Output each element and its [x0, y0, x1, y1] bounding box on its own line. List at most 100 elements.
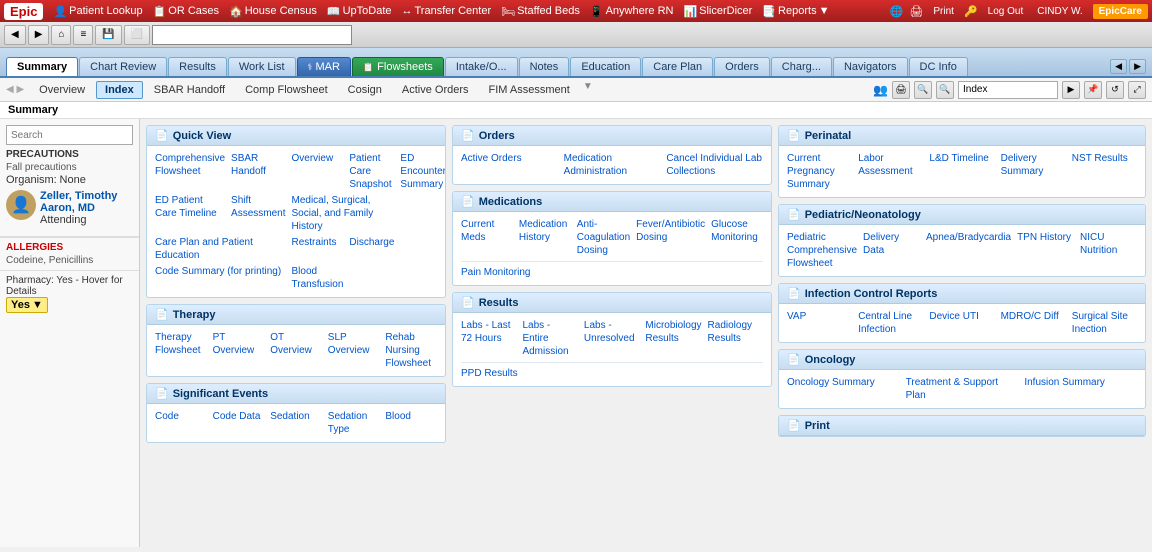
epic-logo[interactable]: Epic — [4, 3, 43, 20]
therapy-link-1[interactable]: PT Overview — [213, 331, 265, 370]
orders-link-1[interactable]: Medication Administration — [564, 152, 661, 178]
expand-icon[interactable]: ⤢ — [1128, 81, 1146, 99]
nav-staffed-beds[interactable]: 🛏 Staffed Beds — [497, 4, 584, 19]
peri-link-1[interactable]: Labor Assessment — [858, 152, 923, 191]
tab-notes[interactable]: Notes — [519, 57, 570, 76]
printer-icon[interactable]: 🖨 — [909, 5, 923, 18]
sidebar-search-input[interactable] — [6, 125, 133, 145]
qv-link-6[interactable]: Shift Assessment — [231, 194, 285, 233]
therapy-link-4[interactable]: Rehab Nursing Flowsheet — [385, 331, 437, 370]
results-link-0[interactable]: Labs - Last 72 Hours — [461, 319, 516, 358]
meds-link-0[interactable]: Current Meds — [461, 218, 513, 257]
therapy-link-2[interactable]: OT Overview — [270, 331, 322, 370]
inf-link-1[interactable]: Central Line Infection — [858, 310, 923, 336]
forward-btn[interactable]: ▶ — [28, 25, 50, 45]
tab-care-plan[interactable]: Care Plan — [642, 57, 713, 76]
back-btn[interactable]: ◀ — [4, 25, 26, 45]
nav-or-cases[interactable]: 📋 OR Cases — [149, 4, 223, 19]
subtab-active-orders[interactable]: Active Orders — [393, 81, 478, 99]
peri-link-2[interactable]: L&D Timeline — [929, 152, 994, 191]
peds-link-2[interactable]: Apnea/Bradycardia — [926, 231, 1011, 270]
se-link-1[interactable]: Code Data — [213, 410, 265, 436]
tab-summary[interactable]: Summary — [6, 57, 78, 76]
qv-link-5[interactable]: ED Patient Care Timeline — [155, 194, 225, 233]
onco-link-2[interactable]: Infusion Summary — [1024, 376, 1137, 402]
subtab-fim[interactable]: FIM Assessment — [480, 81, 579, 99]
peds-link-1[interactable]: Delivery Data — [863, 231, 920, 270]
results-link-5[interactable]: PPD Results — [461, 368, 518, 379]
sub-tab-search-input[interactable] — [958, 81, 1058, 99]
nav-reports[interactable]: 📑 Reports ▼ — [758, 4, 833, 19]
more-subtabs-arrow[interactable]: ▼ — [583, 81, 593, 99]
tab-charg[interactable]: Charg... — [771, 57, 832, 76]
tab-scroll-left[interactable]: ◀ — [1110, 59, 1127, 74]
nav-house-census[interactable]: 🏠 House Census — [225, 4, 321, 19]
results-link-2[interactable]: Labs - Unresolved — [584, 319, 639, 358]
tab-scroll-right[interactable]: ▶ — [1129, 59, 1146, 74]
qv-link-1[interactable]: SBAR Handoff — [231, 152, 285, 191]
refresh-icon[interactable]: ↺ — [1106, 81, 1124, 99]
inf-link-0[interactable]: VAP — [787, 310, 852, 336]
onco-link-0[interactable]: Oncology Summary — [787, 376, 900, 402]
se-link-0[interactable]: Code — [155, 410, 207, 436]
toolbar-search-input[interactable] — [152, 25, 352, 45]
tab-flowsheets[interactable]: 📋 Flowsheets — [352, 57, 444, 76]
tab-education[interactable]: Education — [570, 57, 641, 76]
nav-anywhere-rn[interactable]: 📱 Anywhere RN — [586, 4, 678, 19]
tab-results[interactable]: Results — [168, 57, 227, 76]
subtab-sbar[interactable]: SBAR Handoff — [145, 81, 234, 99]
print-btn[interactable]: Print — [929, 5, 958, 18]
subtab-comp-flowsheet[interactable]: Comp Flowsheet — [236, 81, 337, 99]
nav-transfer-center[interactable]: ↔ Transfer Center — [398, 4, 496, 18]
tab-navigators[interactable]: Navigators — [833, 57, 908, 76]
subtab-cosign[interactable]: Cosign — [339, 81, 391, 99]
peri-link-4[interactable]: NST Results — [1072, 152, 1137, 191]
tab-orders[interactable]: Orders — [714, 57, 770, 76]
results-link-4[interactable]: Radiology Results — [708, 319, 763, 358]
onco-link-1[interactable]: Treatment & Support Plan — [906, 376, 1019, 402]
results-link-1[interactable]: Labs - Entire Admission — [522, 319, 577, 358]
qv-link-11[interactable]: Code Summary (for printing) — [155, 265, 286, 291]
meds-link-2[interactable]: Anti-Coagulation Dosing — [577, 218, 630, 257]
peri-link-0[interactable]: Current Pregnancy Summary — [787, 152, 852, 191]
meds-link-3[interactable]: Fever/Antibiotic Dosing — [636, 218, 705, 257]
tab-intake[interactable]: Intake/O... — [445, 57, 518, 76]
therapy-link-0[interactable]: Therapy Flowsheet — [155, 331, 207, 370]
home-btn[interactable]: ⌂ — [51, 25, 71, 45]
doctor-name[interactable]: Zeller, Timothy Aaron, MD — [40, 190, 133, 214]
epiccare-btn[interactable]: EpicCare — [1093, 4, 1148, 19]
qv-link-10[interactable]: Discharge — [349, 236, 394, 262]
qv-link-4[interactable]: ED Encounter Summary — [400, 152, 446, 191]
nav-uptodate[interactable]: 📖 UpToDate — [323, 4, 396, 19]
inf-link-3[interactable]: MDRO/C Diff — [1001, 310, 1066, 336]
square-btn[interactable]: ⬜ — [124, 25, 150, 45]
meds-link-5[interactable]: Pain Monitoring — [461, 267, 530, 278]
subtab-overview[interactable]: Overview — [30, 81, 94, 99]
inf-link-2[interactable]: Device UTI — [929, 310, 994, 336]
qv-link-8[interactable]: Care Plan and Patient Education — [155, 236, 286, 262]
go-icon[interactable]: ▶ — [1062, 81, 1080, 99]
qv-link-3[interactable]: Patient Care Snapshot — [349, 152, 394, 191]
globe-icon[interactable]: 🌐 — [890, 5, 904, 18]
se-link-2[interactable]: Sedation — [270, 410, 322, 436]
nav-patient-lookup[interactable]: 👤 Patient Lookup — [49, 4, 146, 19]
list-btn[interactable]: ≡ — [73, 25, 93, 45]
peds-link-0[interactable]: Pediatric Comprehensive Flowsheet — [787, 231, 857, 270]
pin-icon[interactable]: 📌 — [1084, 81, 1102, 99]
tab-chart-review[interactable]: Chart Review — [79, 57, 167, 76]
therapy-link-3[interactable]: SLP Overview — [328, 331, 380, 370]
qv-link-7[interactable]: Medical, Surgical, Social, and Family Hi… — [292, 194, 395, 233]
meds-link-1[interactable]: Medication History — [519, 218, 571, 257]
inf-link-4[interactable]: Surgical Site Inection — [1072, 310, 1137, 336]
peri-link-3[interactable]: Delivery Summary — [1001, 152, 1066, 191]
print-sub-icon[interactable]: 🖨 — [892, 81, 910, 99]
search2-icon[interactable]: 🔍 — [936, 81, 954, 99]
qv-link-9[interactable]: Restraints — [292, 236, 344, 262]
orders-link-0[interactable]: Active Orders — [461, 152, 558, 178]
subtab-index[interactable]: Index — [96, 81, 143, 99]
peds-link-4[interactable]: NICU Nutrition — [1080, 231, 1137, 270]
tab-dc-info[interactable]: DC Info — [909, 57, 968, 76]
orders-link-2[interactable]: Cancel Individual Lab Collections — [666, 152, 763, 178]
key-icon[interactable]: 🔑 — [964, 5, 978, 18]
qv-link-0[interactable]: Comprehensive Flowsheet — [155, 152, 225, 191]
